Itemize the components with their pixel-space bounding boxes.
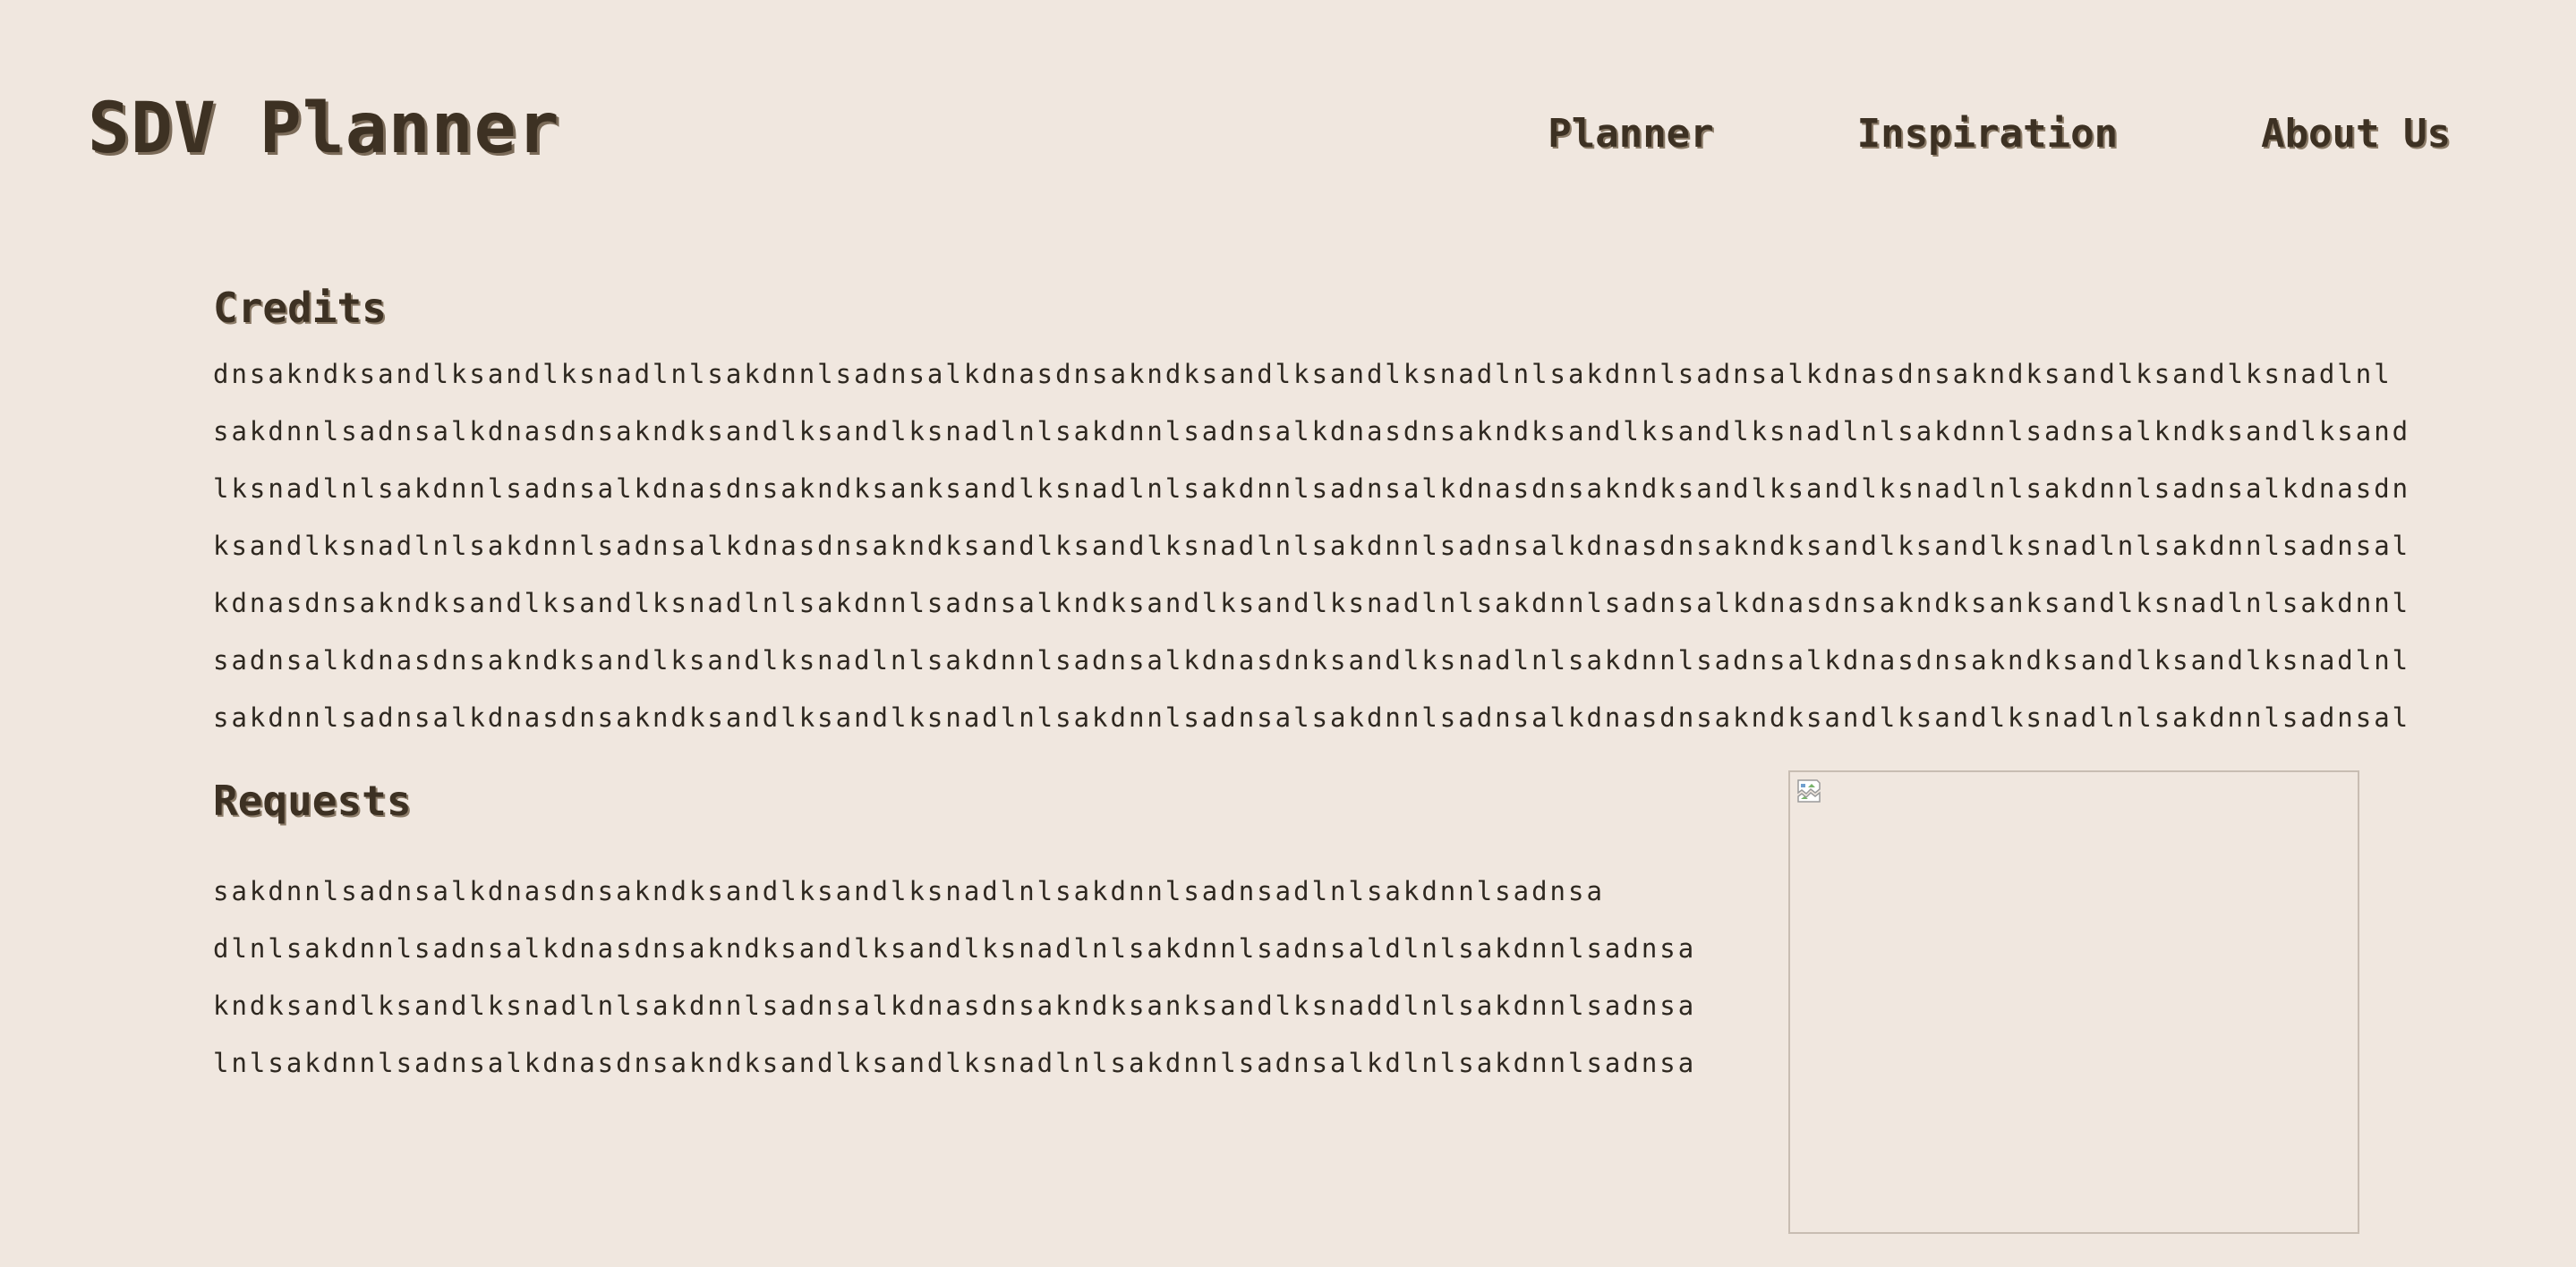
credits-line: dnsakndksandlksandlksnadlnlsakdnnlsadnsa… [213, 359, 2393, 389]
site-header: SDV Planner Planner Inspiration About Us [0, 0, 2576, 206]
credits-line: sakdnnlsadnsalkdnasdnsakndksandlksandlks… [213, 702, 2411, 733]
nav-link-inspiration[interactable]: Inspiration [1857, 106, 2118, 163]
credits-line: kdnasdnsakndksandlksandlksnadlnlsakdnnls… [213, 588, 2411, 618]
credits-line: lksnadlnlsakdnnlsadnsalkdnasdnsakndksank… [213, 473, 2411, 504]
credits-line: ksandlksnadlnlsakdnnlsadnsalkdnasdnsaknd… [213, 531, 2411, 561]
requests-line: dlnlsakdnnlsadnsalkdnasdnsakndksandlksan… [213, 933, 1697, 964]
credits-text: dnsakndksandlksandlksnadlnlsakdnnlsadnsa… [213, 345, 2411, 746]
main-nav: Planner Inspiration About Us [1548, 106, 2451, 163]
credits-line: sakdnnlsadnsalkdnasdnsakndksandlksandlks… [213, 416, 2411, 446]
requests-line: sakdnnlsadnsalkdnasdnsakndksandlksandlks… [213, 876, 1605, 906]
requests-line: lnlsakdnnlsadnsalkdnasdnsakndksandlksand… [213, 1048, 1697, 1078]
requests-text: sakdnnlsadnsalkdnasdnsakndksandlksandlks… [213, 863, 1842, 1092]
nav-link-planner[interactable]: Planner [1548, 106, 1713, 163]
credits-line: sadnsalkdnasdnsakndksandlksandlksnadlnls… [213, 645, 2411, 676]
credits-heading: Credits [213, 284, 387, 332]
requests-heading: Requests [213, 777, 412, 825]
site-logo[interactable]: SDV Planner [88, 86, 560, 172]
broken-image-icon [1797, 779, 1821, 803]
image-placeholder [1788, 770, 2359, 1234]
requests-line: kndksandlksandlksnadlnlsakdnnlsadnsalkdn… [213, 991, 1697, 1021]
nav-link-about-us[interactable]: About Us [2261, 106, 2451, 163]
